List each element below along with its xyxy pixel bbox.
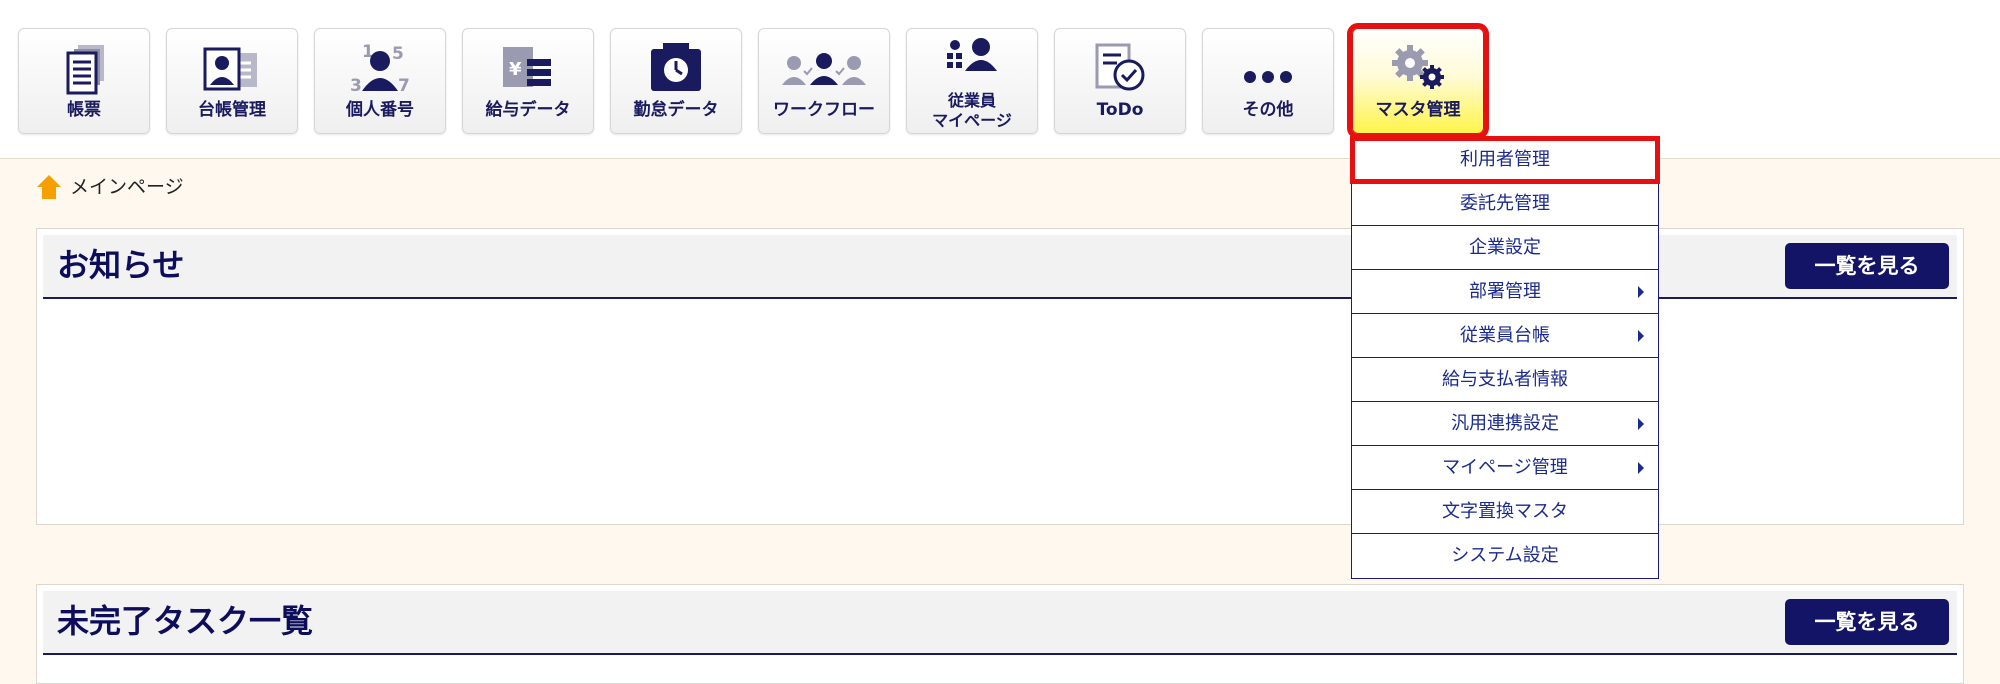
- nav-label: 給与データ: [485, 100, 571, 120]
- tasks-title: 未完了タスク一覧: [57, 602, 314, 640]
- svg-text:7: 7: [398, 76, 410, 95]
- gears-icon: [1353, 41, 1483, 95]
- submenu-arrow-icon: [1638, 330, 1644, 342]
- nav-button-reports[interactable]: 帳票: [18, 28, 150, 134]
- nav-button-ledger[interactable]: 台帳管理: [166, 28, 298, 134]
- nav-label: 個人番号: [346, 100, 414, 120]
- nav-label: ワークフロー: [773, 100, 875, 120]
- timecard-icon: [611, 41, 741, 95]
- submenu-arrow-icon: [1638, 462, 1644, 474]
- master-management-dropdown: 利用者管理 委託先管理 企業設定 部署管理 従業員台帳 給与支払者情報 汎用連携…: [1350, 136, 1660, 579]
- menu-item-company-settings[interactable]: 企業設定: [1352, 226, 1658, 270]
- menu-item-label: 汎用連携設定: [1451, 413, 1559, 434]
- svg-text:5: 5: [392, 44, 404, 64]
- more-dots-icon: [1203, 41, 1333, 95]
- notices-header: お知らせ 一覧を見る: [43, 235, 1957, 299]
- menu-item-label: 給与支払者情報: [1442, 369, 1568, 390]
- nav-button-personal-number[interactable]: 1 5 3 7 個人番号: [314, 28, 446, 134]
- svg-text:3: 3: [350, 76, 362, 95]
- nav-button-attendance-data[interactable]: 勤怠データ: [610, 28, 742, 134]
- notices-panel: お知らせ 一覧を見る: [36, 228, 1964, 525]
- nav-label: ToDo: [1096, 100, 1144, 120]
- menu-item-label: システム設定: [1451, 545, 1559, 566]
- nav-button-todo[interactable]: ToDo: [1054, 28, 1186, 134]
- salary-data-icon: ¥: [463, 41, 593, 95]
- menu-item-employee-ledger[interactable]: 従業員台帳: [1352, 314, 1658, 358]
- tasks-view-all-button[interactable]: 一覧を見る: [1785, 599, 1949, 645]
- nav-label: 従業員 マイページ: [907, 91, 1037, 131]
- todo-check-icon: [1055, 41, 1185, 95]
- nav-button-workflow[interactable]: ワークフロー: [758, 28, 890, 134]
- nav-button-master-management[interactable]: マスタ管理: [1347, 23, 1489, 139]
- menu-item-label: 文字置換マスタ: [1442, 501, 1568, 522]
- nav-button-employee-mypage[interactable]: 従業員 マイページ: [906, 28, 1038, 134]
- breadcrumb-main-page[interactable]: メインページ: [70, 172, 184, 202]
- menu-item-label: 従業員台帳: [1460, 325, 1550, 346]
- notices-title: お知らせ: [57, 246, 185, 284]
- nav-label: 勤怠データ: [633, 100, 719, 120]
- menu-item-integration-settings[interactable]: 汎用連携設定: [1352, 402, 1658, 446]
- nav-label: その他: [1242, 100, 1294, 120]
- nav-label-line2: マイページ: [932, 111, 1012, 130]
- menu-item-label: 利用者管理: [1460, 149, 1550, 170]
- menu-item-department-management[interactable]: 部署管理: [1352, 270, 1658, 314]
- nav-label-line1: 従業員: [947, 91, 996, 110]
- employee-mypage-icon: [907, 35, 1037, 89]
- nav-label: マスタ管理: [1375, 100, 1461, 120]
- menu-item-system-settings[interactable]: システム設定: [1352, 534, 1658, 578]
- workflow-icon: [759, 41, 889, 95]
- menu-item-contractor-management[interactable]: 委託先管理: [1352, 182, 1658, 226]
- menu-item-user-management[interactable]: 利用者管理: [1350, 136, 1660, 184]
- menu-item-label: 委託先管理: [1460, 193, 1550, 214]
- tasks-panel: 未完了タスク一覧 一覧を見る: [36, 584, 1964, 684]
- document-icon: [19, 41, 149, 95]
- submenu-arrow-icon: [1638, 286, 1644, 298]
- menu-item-mypage-management[interactable]: マイページ管理: [1352, 446, 1658, 490]
- menu-item-payer-info[interactable]: 給与支払者情報: [1352, 358, 1658, 402]
- person-number-icon: 1 5 3 7: [315, 41, 445, 95]
- nav-label: 帳票: [67, 100, 101, 120]
- notices-view-all-button[interactable]: 一覧を見る: [1785, 243, 1949, 289]
- tasks-header: 未完了タスク一覧 一覧を見る: [43, 591, 1957, 655]
- menu-item-label: 部署管理: [1469, 281, 1541, 302]
- menu-item-label: マイページ管理: [1442, 457, 1568, 478]
- submenu-arrow-icon: [1638, 418, 1644, 430]
- home-icon[interactable]: [36, 174, 62, 209]
- nav-label: 台帳管理: [198, 100, 266, 120]
- svg-text:¥: ¥: [509, 59, 522, 80]
- top-navigation-bar: 帳票 台帳管理 1 5 3 7 個人番号 ¥ 給与データ 勤怠データ ワークフロ…: [0, 0, 2000, 159]
- menu-item-label: 企業設定: [1469, 237, 1541, 258]
- id-card-icon: [167, 41, 297, 95]
- nav-button-salary-data[interactable]: ¥ 給与データ: [462, 28, 594, 134]
- menu-item-character-replacement-master[interactable]: 文字置換マスタ: [1352, 490, 1658, 534]
- nav-button-other[interactable]: その他: [1202, 28, 1334, 134]
